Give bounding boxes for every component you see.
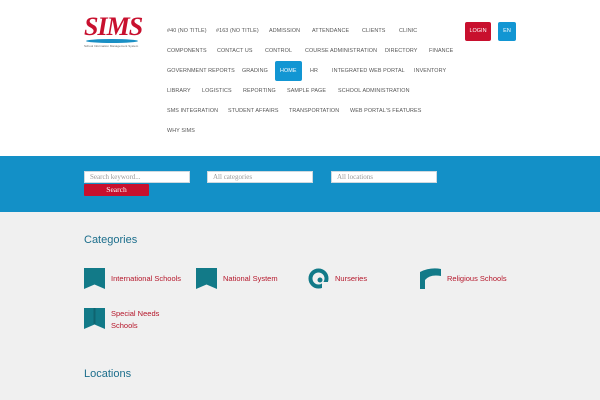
flag-icon [420,268,441,289]
nav-item-163[interactable]: #163 (NO TITLE) [216,22,259,40]
nav-item-40[interactable]: #40 (NO TITLE) [167,22,207,40]
category-label: National System [223,274,278,283]
logo-tagline: School Information Management System [84,44,139,48]
book-icon [84,268,105,289]
language-button[interactable]: EN [498,22,516,41]
nav-item-clinic[interactable]: CLINIC [399,22,417,40]
nav-item-why-sims[interactable]: WHY SIMS [167,122,195,140]
category-label: Special Needs Schools [111,309,160,330]
category-label: Nurseries [335,274,368,283]
nav-item-sms-integration[interactable]: SMS INTEGRATION [167,102,218,120]
site-header: SIMS School Information Management Syste… [0,0,600,156]
nav-item-course-administration[interactable]: COURSE ADMINISTRATION [305,42,377,60]
nav-item-web-portals-features[interactable]: WEB PORTAL'S FEATURES [350,102,421,120]
nav-item-logistics[interactable]: LOGISTICS [202,82,232,100]
nav-item-admission[interactable]: ADMISSION [269,22,300,40]
nav-item-components[interactable]: COMPONENTS [167,42,207,60]
location-select[interactable]: All locations [331,171,437,183]
search-keyword-input[interactable]: Search keyword... [84,171,190,183]
login-button[interactable]: LOGIN [465,22,491,41]
nav-item-attendance[interactable]: ATTENDANCE [312,22,349,40]
nav-item-library[interactable]: LIBRARY [167,82,191,100]
nav-item-student-affairs[interactable]: STUDENT AFFAIRS [228,102,279,120]
category-label: Religious Schools [447,274,507,283]
nav-item-integrated-web-portal[interactable]: INTEGRATED WEB PORTAL [332,62,405,80]
category-label: International Schools [111,274,182,283]
main-content: Categories International Schools Nationa… [0,212,600,400]
nav-item-school-administration[interactable]: SCHOOL ADMINISTRATION [338,82,410,100]
nav-item-inventory[interactable]: INVENTORY [414,62,446,80]
nav-item-control[interactable]: CONTROL [265,42,292,60]
nav-item-home[interactable]: HOME [275,61,302,81]
logo-text: SIMS [84,12,143,41]
swirl-icon [308,268,329,289]
nav-item-finance[interactable]: FINANCE [429,42,453,60]
nav-item-reporting[interactable]: REPORTING [243,82,276,100]
nav-item-transportation[interactable]: TRANSPORTATION [289,102,339,120]
nav-item-clients[interactable]: CLIENTS [362,22,385,40]
book-icon [196,268,217,289]
categories-title: Categories [84,234,138,246]
nav-item-sample-page[interactable]: SAMPLE PAGE [287,82,326,100]
nav-item-directory[interactable]: DIRECTORY [385,42,417,60]
site-logo[interactable]: SIMS School Information Management Syste… [84,14,146,50]
nav-item-contact-us[interactable]: CONTACT US [217,42,253,60]
nav-item-grading[interactable]: GRADING [242,62,268,80]
nav-item-government-reports[interactable]: GOVERNMENT REPORTS [167,62,235,80]
nav-item-hr[interactable]: HR [310,62,318,80]
book-icon [84,308,105,329]
locations-title: Locations [84,368,132,380]
search-button[interactable]: Search [84,184,149,196]
category-select[interactable]: All categories [207,171,313,183]
logo-swoosh [86,39,138,43]
